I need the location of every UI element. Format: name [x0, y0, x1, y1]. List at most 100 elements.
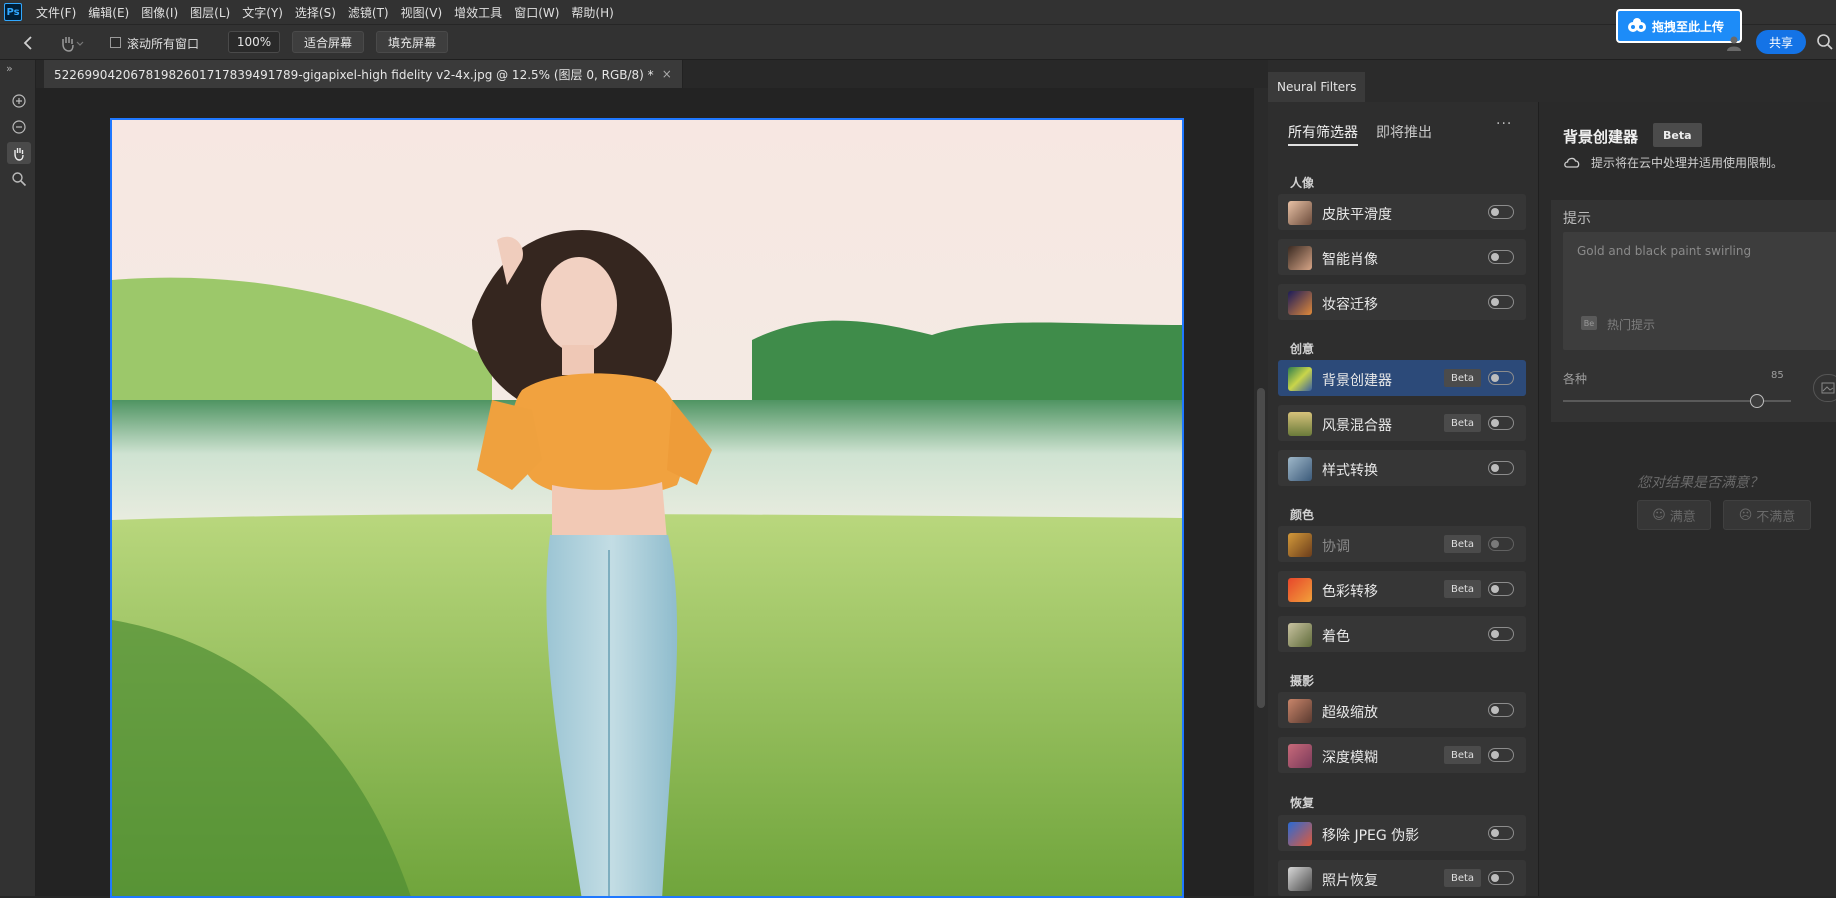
filter-row-landscape-mixer[interactable]: 风景混合器 Beta [1278, 405, 1526, 441]
more-options-icon[interactable]: ··· [1496, 116, 1512, 132]
scrollbar-thumb[interactable] [1257, 388, 1265, 708]
menu-window[interactable]: 窗口(W) [514, 4, 559, 21]
image-preset-icon[interactable] [1813, 374, 1836, 402]
menu-select[interactable]: 选择(S) [295, 4, 336, 21]
detail-title: 背景创建器 [1563, 128, 1639, 146]
document-tab-title: 5226990420678198260171783949178​9-gigapi… [54, 67, 654, 82]
category-label-restoration: 恢复 [1290, 796, 1315, 810]
search-icon[interactable] [1816, 33, 1834, 51]
filter-row-harmonization[interactable]: 协调 Beta [1278, 526, 1526, 562]
share-button[interactable]: 共享 [1756, 30, 1806, 54]
filter-toggle[interactable] [1488, 871, 1514, 885]
zoom-out-tool-icon[interactable] [7, 116, 31, 138]
beta-badge: Beta [1444, 746, 1482, 764]
filter-toggle[interactable] [1488, 371, 1514, 385]
filter-toggle[interactable] [1488, 748, 1514, 762]
neural-filters-tabstrip: Neural Filters [1268, 60, 1836, 102]
photo-restoration-thumbnail-icon [1288, 867, 1312, 891]
back-arrow-icon[interactable] [18, 33, 38, 53]
filter-name: 协调 [1322, 539, 1350, 555]
scroll-all-checkbox[interactable] [110, 37, 121, 48]
harmonization-thumbnail-icon [1288, 533, 1312, 557]
photo-portrait-in-meadow [112, 120, 1182, 896]
prompt-input[interactable]: Gold and black paint swirling Be 热门提示 [1563, 232, 1836, 350]
filter-toggle[interactable] [1488, 461, 1514, 475]
filter-name: 智能肖像 [1322, 252, 1378, 268]
menu-filter[interactable]: 滤镜(T) [348, 4, 389, 21]
expand-toolbar-icon[interactable]: » [6, 62, 13, 75]
menu-type[interactable]: 文字(Y) [242, 4, 283, 21]
hand-tool-preset-icon[interactable] [58, 33, 84, 53]
seed-slider-thumb[interactable] [1749, 394, 1764, 408]
unsatisfied-label: 不满意 [1756, 509, 1796, 525]
hot-prompts-link[interactable]: 热门提示 [1607, 316, 1655, 333]
category-label-portrait: 人像 [1290, 176, 1315, 190]
menu-layer[interactable]: 图层(L) [190, 4, 230, 21]
canvas-area[interactable] [36, 88, 1254, 898]
zoom-field[interactable]: 100% [228, 31, 280, 53]
filter-name: 样式转换 [1322, 463, 1378, 479]
document-tab[interactable]: 5226990420678198260171783949178​9-gigapi… [44, 60, 683, 88]
filter-row-background-creator[interactable]: 背景创建器 Beta [1278, 360, 1526, 396]
zoom-tool-icon[interactable] [7, 168, 31, 190]
filter-row-style-transfer[interactable]: 样式转换 [1278, 450, 1526, 486]
menu-plugins[interactable]: 增效工具 [454, 4, 502, 21]
frown-icon: ☹ [1738, 507, 1753, 523]
menu-help[interactable]: 帮助(H) [571, 4, 613, 21]
filter-row-depth-blur[interactable]: 深度模糊 Beta [1278, 737, 1526, 773]
upload-badge[interactable]: 拖拽至此上传 [1616, 9, 1742, 43]
seed-label: 各种 [1563, 372, 1588, 386]
filter-row-photo-restoration[interactable]: 照片恢复 Beta [1278, 860, 1526, 896]
neural-filters-panel-tab[interactable]: Neural Filters [1268, 72, 1366, 102]
tab-all-filters[interactable]: 所有筛选器 [1288, 122, 1358, 142]
depth-blur-thumbnail-icon [1288, 744, 1312, 768]
filter-toggle[interactable] [1488, 627, 1514, 641]
options-bar: 滚动所有窗口 100% 适合屏幕 填充屏幕 拖拽至此上传 共享 [0, 9, 1836, 60]
filter-row-color-transfer[interactable]: 色彩转移 Beta [1278, 571, 1526, 607]
filter-toggle[interactable] [1488, 826, 1514, 840]
canvas-vertical-scrollbar[interactable] [1254, 88, 1268, 896]
menu-image[interactable]: 图像(I) [141, 4, 178, 21]
baidu-cloud-icon [1626, 15, 1648, 37]
beta-badge: Beta [1444, 369, 1482, 387]
filter-row-skin-smoothing[interactable]: 皮肤平滑度 [1278, 194, 1526, 230]
super-zoom-thumbnail-icon [1288, 699, 1312, 723]
skin-smoothing-thumbnail-icon [1288, 201, 1312, 225]
close-tab-icon[interactable]: × [662, 67, 672, 81]
filter-name: 深度模糊 [1322, 750, 1378, 766]
filter-row-smart-portrait[interactable]: 智能肖像 [1278, 239, 1526, 275]
filter-toggle[interactable] [1488, 416, 1514, 430]
filter-toggle[interactable] [1488, 295, 1514, 309]
zoom-in-tool-icon[interactable] [7, 90, 31, 112]
filter-toggle[interactable] [1488, 205, 1514, 219]
menu-file[interactable]: 文件(F) [36, 4, 76, 21]
filter-toggle[interactable] [1488, 703, 1514, 717]
user-icon[interactable] [1726, 35, 1742, 51]
filter-row-remove-jpeg-artifacts[interactable]: 移除 JPEG 伪影 [1278, 815, 1526, 851]
filter-name: 背景创建器 [1322, 373, 1392, 389]
landscape-mixer-thumbnail-icon [1288, 412, 1312, 436]
tab-coming-soon[interactable]: 即将推出 [1376, 122, 1432, 142]
filter-toggle[interactable] [1488, 537, 1514, 551]
fill-screen-button[interactable]: 填充屏幕 [376, 31, 448, 53]
filter-detail-panel: 背景创建器 Beta 提示将在云中处理并适用使用限制。 提示 Gold and … [1538, 102, 1836, 896]
smart-portrait-thumbnail-icon [1288, 246, 1312, 270]
hot-prompts-icon[interactable]: Be [1581, 316, 1597, 330]
document-image[interactable] [110, 118, 1184, 898]
filter-row-makeup-transfer[interactable]: 妆容迁移 [1278, 284, 1526, 320]
remove-jpeg-thumbnail-icon [1288, 822, 1312, 846]
fit-screen-button[interactable]: 适合屏幕 [292, 31, 364, 53]
hand-tool-icon[interactable] [7, 142, 31, 164]
tools-panel: » [0, 60, 36, 896]
filter-row-super-zoom[interactable]: 超级缩放 [1278, 692, 1526, 728]
menu-view[interactable]: 视图(V) [401, 4, 443, 21]
menu-edit[interactable]: 编辑(E) [88, 4, 129, 21]
category-label-color: 颜色 [1290, 508, 1315, 522]
filter-toggle[interactable] [1488, 582, 1514, 596]
filter-row-colorize[interactable]: 着色 [1278, 616, 1526, 652]
satisfied-button[interactable]: ☺ 满意 [1637, 500, 1711, 530]
filter-toggle[interactable] [1488, 250, 1514, 264]
photoshop-logo[interactable]: Ps [4, 3, 22, 21]
neural-filters-list: 所有筛选器 即将推出 ··· 人像 皮肤平滑度 智能肖像 妆容迁移 创意 背景创… [1268, 102, 1538, 896]
unsatisfied-button[interactable]: ☹ 不满意 [1723, 500, 1811, 530]
